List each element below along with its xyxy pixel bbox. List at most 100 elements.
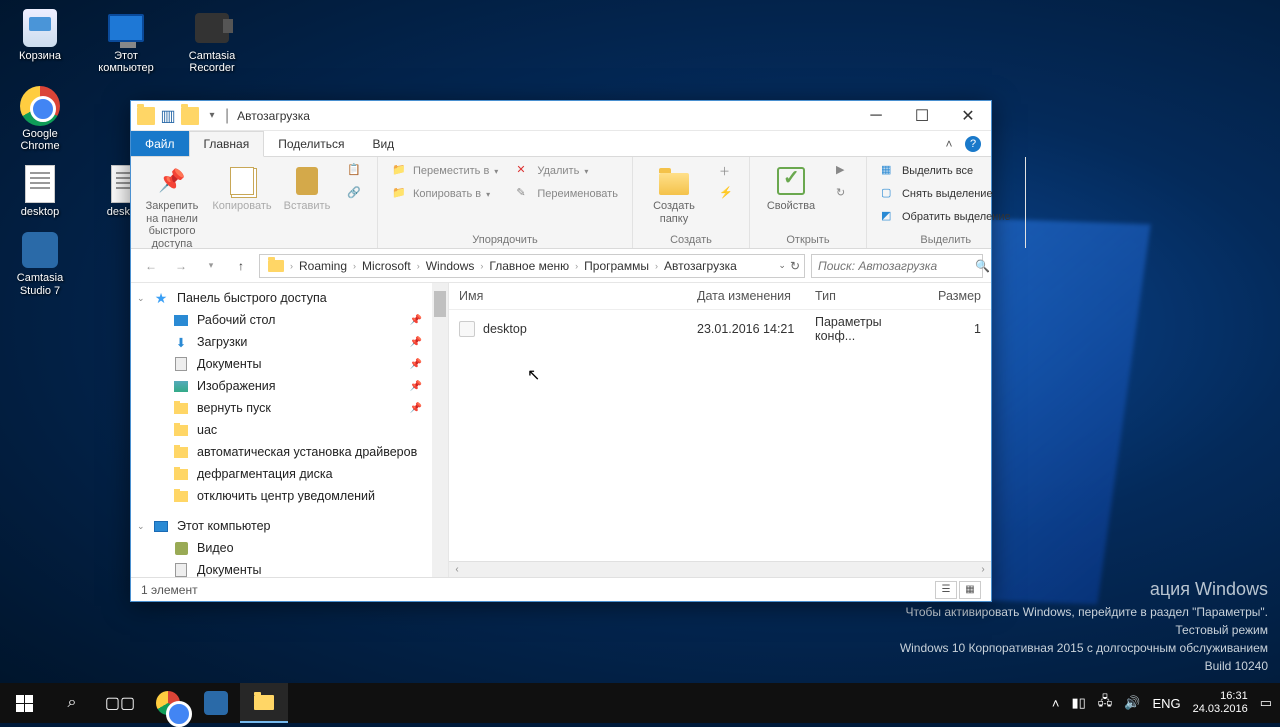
address-bar: ← → ▾ ↑ › Roaming› Microsoft› Windows› Г…	[131, 249, 991, 283]
sidebar-item[interactable]: Документы📌	[131, 353, 448, 375]
sidebar-item[interactable]: Изображения📌	[131, 375, 448, 397]
sidebar-item[interactable]: отключить центр уведомлений	[131, 485, 448, 507]
ribbon-collapse-icon[interactable]: ˄	[941, 136, 957, 152]
file-icon	[459, 321, 475, 337]
pin-button[interactable]: 📌Закрепить на панели быстрого доступа	[141, 161, 203, 255]
qat-dropdown-icon[interactable]: ▾	[203, 107, 221, 125]
close-button[interactable]: ✕	[945, 101, 991, 131]
recycle-bin-icon[interactable]: Корзина	[8, 8, 72, 74]
breadcrumb-item[interactable]: Microsoft	[358, 259, 415, 273]
group-open: Открыть	[760, 232, 856, 246]
maximize-button[interactable]: ☐	[899, 101, 945, 131]
group-select: Выделить	[877, 232, 1015, 246]
sidebar-item[interactable]: вернуть пуск📌	[131, 397, 448, 419]
delete-button[interactable]: ✕Удалить ▾	[512, 161, 622, 181]
tray-network-icon[interactable]: 🖧	[1098, 692, 1113, 714]
sidebar-item[interactable]: Документы	[131, 559, 448, 577]
start-button[interactable]	[0, 683, 48, 723]
tray-notifications-icon[interactable]: ▭	[1260, 695, 1272, 711]
status-text: 1 элемент	[141, 583, 198, 597]
tray-language[interactable]: ENG	[1152, 696, 1180, 711]
breadcrumb-item[interactable]: Программы	[580, 259, 653, 273]
nav-up-button[interactable]: ↑	[229, 254, 253, 278]
col-type[interactable]: Тип	[815, 289, 925, 303]
search-input[interactable]	[818, 259, 975, 273]
taskbar-chrome[interactable]	[144, 683, 192, 723]
history-icon[interactable]: ↻	[832, 184, 856, 204]
easy-access-icon[interactable]: ⚡	[715, 184, 739, 204]
ribbon: 📌Закрепить на панели быстрого доступа Ко…	[131, 157, 991, 249]
select-none-button[interactable]: ▢Снять выделение	[877, 184, 1015, 204]
paste-path-icon[interactable]: 🔗	[343, 184, 367, 204]
title-bar[interactable]: ▥ ▾ | Автозагрузка ─ ☐ ✕	[131, 101, 991, 131]
menu-share[interactable]: Поделиться	[264, 131, 358, 156]
sidebar-item[interactable]: автоматическая установка драйверов	[131, 441, 448, 463]
search-icon[interactable]: 🔍	[975, 259, 990, 273]
rename-button[interactable]: ✎Переименовать	[512, 184, 622, 204]
col-name[interactable]: Имя	[459, 289, 697, 303]
camtasia-recorder-icon[interactable]: Camtasia Recorder	[180, 8, 244, 74]
menu-bar: Файл Главная Поделиться Вид ˄ ?	[131, 131, 991, 157]
view-large-icon[interactable]: ▦	[959, 581, 981, 599]
taskbar-explorer[interactable]	[240, 683, 288, 723]
sidebar-item[interactable]: Видео	[131, 537, 448, 559]
tray-chevron-icon[interactable]: ˄	[1052, 696, 1060, 711]
horizontal-scrollbar[interactable]: ‹›	[449, 561, 991, 577]
menu-view[interactable]: Вид	[358, 131, 408, 156]
properties-button[interactable]: Свойства	[760, 161, 822, 217]
folder-icon	[137, 107, 155, 125]
paste-shortcut-icon[interactable]: 📋	[343, 161, 367, 181]
desktop-background: Корзина Этот компьютер Camtasia Recorder…	[0, 0, 1280, 723]
breadcrumb-folder-icon	[268, 260, 284, 272]
address-dropdown-icon[interactable]: ⌄	[778, 260, 786, 271]
minimize-button[interactable]: ─	[853, 101, 899, 131]
sidebar-item[interactable]: дефрагментация диска	[131, 463, 448, 485]
sidebar-item[interactable]: ⬇Загрузки📌	[131, 331, 448, 353]
new-item-icon[interactable]: ＋	[715, 161, 739, 181]
sidebar-this-pc[interactable]: ⌄Этот компьютер	[131, 515, 448, 537]
new-folder-button[interactable]: Создать папку	[643, 161, 705, 229]
tray-volume-icon[interactable]: 🔊	[1124, 695, 1140, 711]
sidebar-item[interactable]: Рабочий стол📌	[131, 309, 448, 331]
menu-file[interactable]: Файл	[131, 131, 189, 156]
qat-newfolder-icon[interactable]	[181, 107, 199, 125]
taskbar: ⌕ ▢▢ ˄ ▮▯ 🖧 🔊 ENG 16:31 24.03.2016 ▭	[0, 683, 1280, 723]
sidebar-item[interactable]: uac	[131, 419, 448, 441]
tray-battery-icon[interactable]: ▮▯	[1071, 695, 1085, 711]
move-to-button[interactable]: 📁Переместить в ▾	[388, 161, 502, 181]
breadcrumb-item[interactable]: Roaming	[295, 259, 351, 273]
search-button[interactable]: ⌕	[48, 683, 96, 723]
paste-button[interactable]: Вставить	[281, 161, 333, 217]
copy-button[interactable]: Копировать	[213, 161, 271, 217]
view-details-icon[interactable]: ☰	[935, 581, 957, 599]
desktop-file-icon-1[interactable]: desktop	[8, 164, 72, 218]
sidebar-quick-access[interactable]: ⌄★Панель быстрого доступа	[131, 287, 448, 309]
tray-clock[interactable]: 16:31 24.03.2016	[1193, 690, 1248, 716]
taskbar-camtasia[interactable]	[192, 683, 240, 723]
menu-home[interactable]: Главная	[189, 131, 265, 157]
qat-properties-icon[interactable]: ▥	[159, 107, 177, 125]
open-icon[interactable]: ▶	[832, 161, 856, 181]
help-icon[interactable]: ?	[965, 136, 981, 152]
search-box[interactable]: 🔍	[811, 254, 983, 278]
invert-selection-button[interactable]: ◩Обратить выделение	[877, 207, 1015, 227]
nav-recent-button[interactable]: ▾	[199, 254, 223, 278]
chrome-icon[interactable]: Google Chrome	[8, 86, 72, 152]
this-pc-icon[interactable]: Этот компьютер	[94, 8, 158, 74]
breadcrumb-item[interactable]: Главное меню	[485, 259, 573, 273]
select-all-button[interactable]: ▦Выделить все	[877, 161, 1015, 181]
nav-forward-button[interactable]: →	[169, 254, 193, 278]
breadcrumb[interactable]: › Roaming› Microsoft› Windows› Главное м…	[259, 254, 805, 278]
copy-to-button[interactable]: 📁Копировать в ▾	[388, 184, 502, 204]
breadcrumb-item[interactable]: Windows	[422, 259, 479, 273]
task-view-button[interactable]: ▢▢	[96, 683, 144, 723]
column-headers[interactable]: Имя Дата изменения Тип Размер	[449, 283, 991, 310]
nav-back-button[interactable]: ←	[139, 254, 163, 278]
breadcrumb-item[interactable]: Автозагрузка	[660, 259, 741, 273]
window-title: Автозагрузка	[237, 109, 310, 123]
file-row[interactable]: desktop 23.01.2016 14:21 Параметры конф.…	[449, 310, 991, 348]
col-size[interactable]: Размер	[925, 289, 981, 303]
col-date[interactable]: Дата изменения	[697, 289, 815, 303]
camtasia-studio-icon[interactable]: Camtasia Studio 7	[8, 230, 72, 296]
refresh-icon[interactable]: ↻	[790, 259, 800, 273]
